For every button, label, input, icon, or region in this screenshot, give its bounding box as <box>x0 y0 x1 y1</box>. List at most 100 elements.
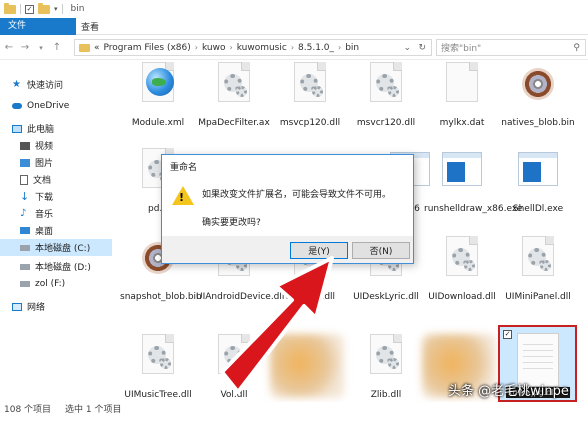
chevron-right-icon[interactable]: › <box>291 43 294 52</box>
sidebar-item-label: 本地磁盘 (C:) <box>35 244 91 254</box>
file-name: UIMiniPanel.dll <box>505 292 571 302</box>
gear-file-icon <box>288 62 332 116</box>
sidebar-item-onedrive[interactable]: OneDrive <box>0 97 112 114</box>
crumb-overflow[interactable]: « <box>94 43 100 53</box>
rename-dialog: 重命名 ! 如果改变文件扩展名，可能会导致文件不可用。 确实要更改吗? 是(Y)… <box>161 154 414 264</box>
sidebar-item-videos[interactable]: 视频 <box>0 137 112 154</box>
chevron-right-icon[interactable]: › <box>338 43 341 52</box>
file-name: UIAndroidDevice.dll <box>196 292 285 302</box>
file-item[interactable]: natives_blob.bin <box>500 62 576 129</box>
yes-button[interactable]: 是(Y) <box>290 242 348 259</box>
gear-file-icon <box>364 334 408 388</box>
sidebar-item-label: 文档 <box>33 176 52 186</box>
file-name: UIDownload.dll <box>428 292 496 302</box>
folder-icon <box>4 2 16 14</box>
file-name: msvcr120.dll <box>356 118 416 128</box>
ribbon-tabs: 文件 主页 共享 查看 <box>0 18 588 35</box>
breadcrumb-kuwo[interactable]: kuwo <box>202 43 226 53</box>
blurred-icon <box>270 334 344 398</box>
sidebar-item-label: 本地磁盘 (D:) <box>35 263 91 273</box>
breadcrumb-program-files[interactable]: Program Files (x86) <box>104 43 191 53</box>
gear-file-icon <box>364 62 408 116</box>
new-folder-icon[interactable] <box>38 2 50 14</box>
address-bar[interactable]: « Program Files (x86) › kuwo › kuwomusic… <box>74 39 432 56</box>
breadcrumb-bin[interactable]: bin <box>345 43 359 53</box>
gear-file-icon <box>440 236 484 290</box>
back-arrow-icon[interactable]: ← <box>4 42 14 53</box>
file-item[interactable]: Vol.dll <box>196 334 272 401</box>
file-item[interactable] <box>270 334 346 398</box>
sidebar-item-drive-f[interactable]: zol (F:) <box>0 275 112 292</box>
breadcrumb-version[interactable]: 8.5.1.0_ <box>298 43 334 53</box>
sidebar-item-downloads[interactable]: ↓ 下载 <box>0 188 112 205</box>
sidebar-item-this-pc[interactable]: 此电脑 <box>0 120 112 137</box>
sidebar-item-network[interactable]: 网络 <box>0 298 112 315</box>
sidebar-item-label: 下载 <box>35 193 54 203</box>
breadcrumb-kuwomusic[interactable]: kuwomusic <box>237 43 287 53</box>
computer-icon <box>12 124 22 133</box>
dialog-buttons: 是(Y) 否(N) <box>162 236 413 264</box>
refresh-icon[interactable]: ↻ <box>418 43 426 53</box>
navigation-pane: ★ 快速访问 OneDrive 此电脑 视频 图片 文档 ↓ 下载 ♪ 音乐 桌… <box>0 62 112 402</box>
dialog-title: 重命名 <box>162 155 413 178</box>
window-icon <box>516 148 560 202</box>
properties-check-icon[interactable]: ✓ <box>25 4 34 14</box>
file-name: UIAvMgr.dll <box>284 292 336 302</box>
sidebar-item-label: zol (F:) <box>35 278 66 289</box>
selection-checkbox[interactable]: ✓ <box>503 330 512 339</box>
file-item[interactable]: MpaDecFilter.ax <box>196 62 272 129</box>
file-item[interactable]: UIDownload.dll <box>424 236 500 303</box>
file-item[interactable]: UIMusicTree.dll <box>120 334 196 401</box>
sidebar-item-documents[interactable]: 文档 <box>0 171 112 188</box>
window-icon <box>440 148 484 202</box>
download-icon: ↓ <box>20 189 30 203</box>
file-item[interactable]: ShellDl.exe <box>500 148 576 215</box>
file-item[interactable]: Module.xml <box>120 62 196 129</box>
gear-file-icon <box>212 334 256 388</box>
file-item[interactable]: runshelldraw_x86.exe <box>424 148 523 215</box>
file-item[interactable]: msvcp120.dll <box>272 62 348 129</box>
recent-dropdown-icon[interactable]: ▾ <box>36 44 46 52</box>
sidebar-item-pictures[interactable]: 图片 <box>0 154 112 171</box>
forward-arrow-icon[interactable]: → <box>20 42 30 53</box>
sidebar-item-quick-access[interactable]: ★ 快速访问 <box>0 76 112 93</box>
item-count: 108 个项目 <box>4 405 52 415</box>
document-icon <box>20 174 28 185</box>
divider <box>20 4 21 14</box>
file-item[interactable]: msvcr120.dll <box>348 62 424 129</box>
sidebar-item-desktop[interactable]: 桌面 <box>0 222 112 239</box>
window-title: bin <box>70 4 85 14</box>
file-item[interactable]: Zlib.dll <box>348 334 424 401</box>
title-bar: ✓ ▾ bin <box>0 0 588 18</box>
file-name: snapshot_blob.bin <box>120 292 202 302</box>
sidebar-item-music[interactable]: ♪ 音乐 <box>0 205 112 222</box>
chevron-right-icon[interactable]: › <box>195 43 198 52</box>
search-input[interactable]: 搜索"bin" ⚲ <box>436 39 586 56</box>
address-row: ← → ▾ ↑ « Program Files (x86) › kuwo › k… <box>0 36 588 60</box>
blank-file-icon <box>517 333 559 387</box>
tab-view[interactable]: 查看 <box>72 18 108 35</box>
tab-file[interactable]: 文件 <box>0 18 76 35</box>
sidebar-item-label: 视频 <box>35 142 54 152</box>
search-icon[interactable]: ⚲ <box>573 43 580 53</box>
watermark: 头条 @老毛桃winpe <box>448 384 569 399</box>
selected-count: 选中 1 个项目 <box>65 405 122 415</box>
blank-file-icon <box>440 62 484 116</box>
file-name: runshelldraw_x86.exe <box>424 204 523 214</box>
desktop-icon <box>20 227 30 234</box>
sidebar-item-drive-c[interactable]: 本地磁盘 (C:) <box>0 239 112 256</box>
warning-mark: ! <box>179 191 185 204</box>
chevron-down-icon[interactable]: ⌄ <box>403 43 411 53</box>
sidebar-item-drive-d[interactable]: 本地磁盘 (D:) <box>0 258 112 275</box>
dropdown-icon[interactable]: ▾ <box>54 5 58 13</box>
no-button[interactable]: 否(N) <box>352 242 410 259</box>
drive-icon <box>20 280 30 287</box>
file-name: Module.xml <box>131 118 185 128</box>
up-arrow-icon[interactable]: ↑ <box>52 42 62 53</box>
chevron-right-icon[interactable]: › <box>229 43 232 52</box>
file-name: ShellDl.exe <box>512 204 564 214</box>
file-item[interactable]: mylkx.dat <box>424 62 500 129</box>
network-icon <box>12 302 22 311</box>
file-name: msvcp120.dll <box>279 118 341 128</box>
file-item[interactable]: UIMiniPanel.dll <box>500 236 576 303</box>
